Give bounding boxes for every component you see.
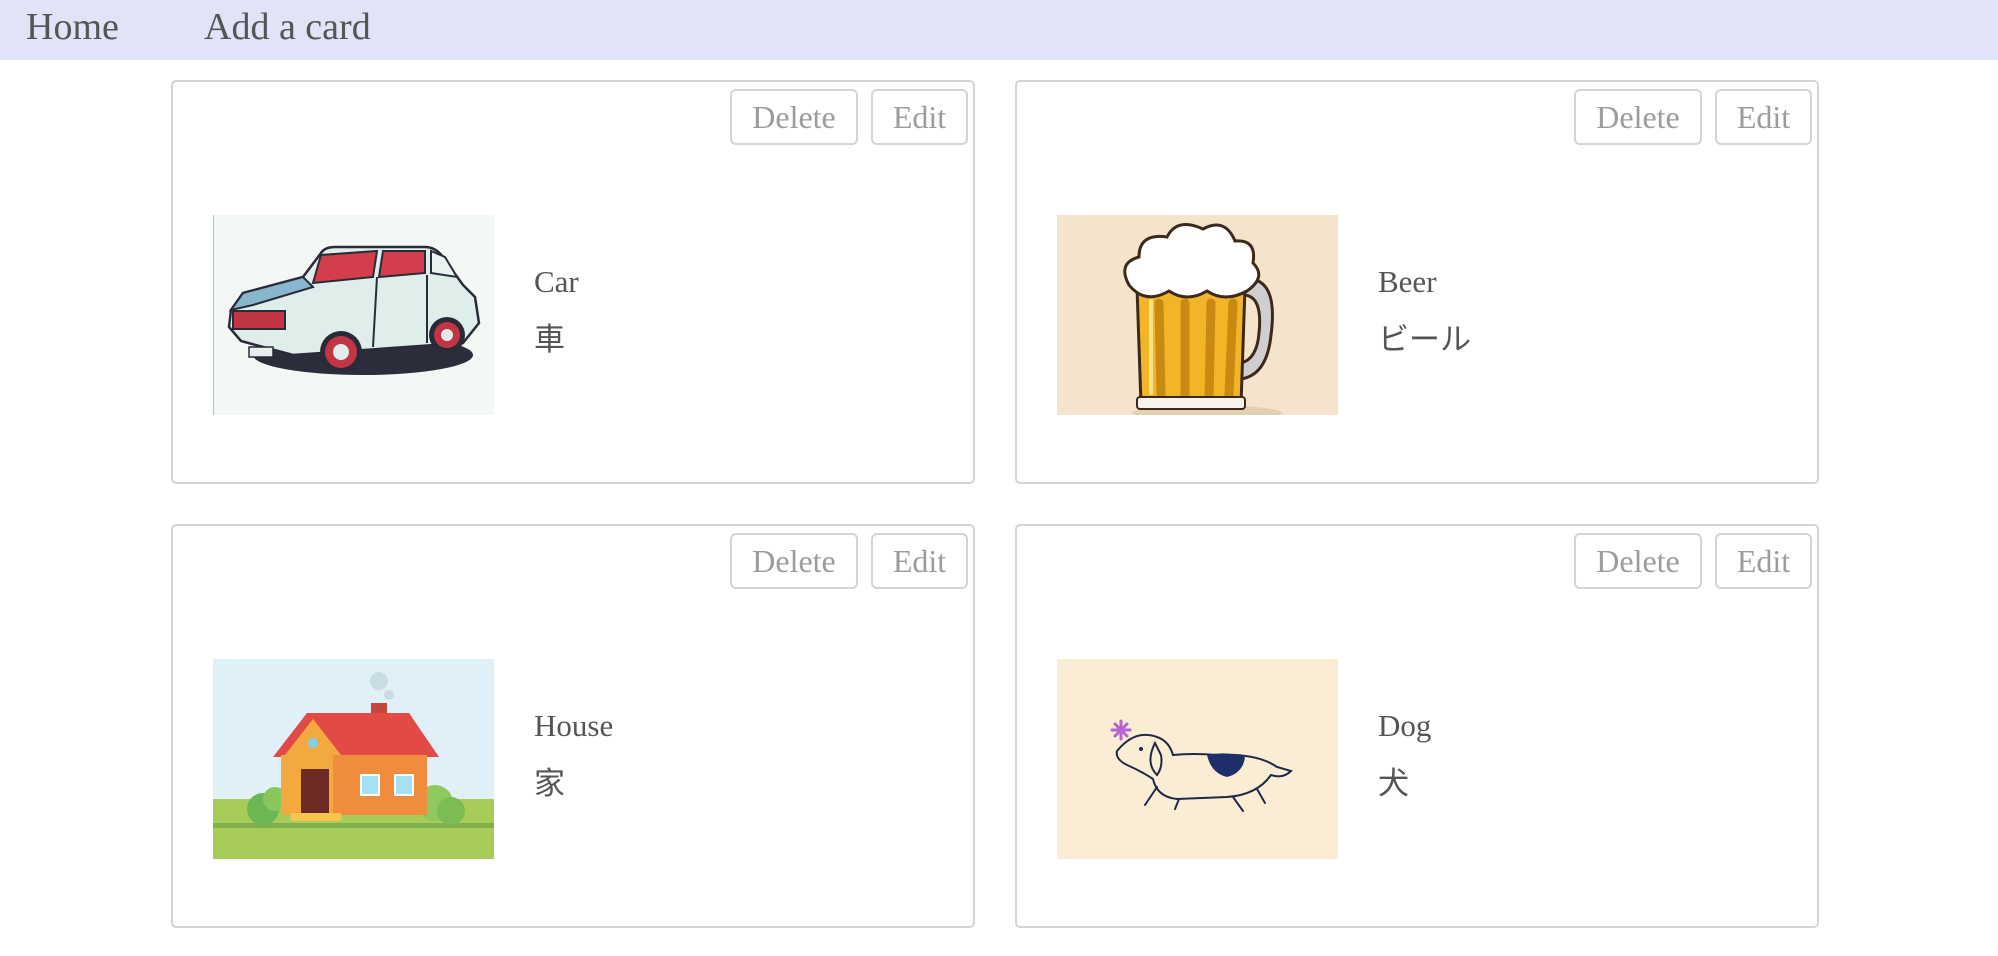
dog-image — [1057, 659, 1338, 859]
card-word-english: Car — [534, 264, 579, 299]
card-word-japanese: 犬 — [1378, 766, 1409, 802]
beer-mug-image — [1057, 215, 1338, 415]
delete-button[interactable]: Delete — [1574, 89, 1702, 145]
card-word-english: House — [534, 708, 614, 743]
house-image — [213, 659, 494, 859]
card-dog: Delete Edit Dog 犬 — [1015, 524, 1819, 928]
card-word-japanese: 家 — [534, 766, 565, 802]
edit-button[interactable]: Edit — [1715, 89, 1812, 145]
nav-add-card-link[interactable]: Add a card — [204, 0, 371, 55]
top-navbar: Home Add a card — [0, 0, 1998, 60]
card-word-english: Beer — [1378, 264, 1437, 299]
card-word-japanese: ビール — [1378, 322, 1471, 358]
card-word-english: Dog — [1378, 708, 1432, 743]
nav-home-link[interactable]: Home — [26, 0, 119, 55]
card-car: Delete Edit Car 車 — [171, 80, 975, 484]
delete-button[interactable]: Delete — [730, 89, 858, 145]
delete-button[interactable]: Delete — [730, 533, 858, 589]
card-word-japanese: 車 — [534, 322, 565, 358]
card-beer: Delete Edit Beer ビール — [1015, 80, 1819, 484]
edit-button[interactable]: Edit — [871, 89, 968, 145]
edit-button[interactable]: Edit — [1715, 533, 1812, 589]
delete-button[interactable]: Delete — [1574, 533, 1702, 589]
card-house: Delete Edit House 家 — [171, 524, 975, 928]
car-image — [213, 215, 494, 415]
edit-button[interactable]: Edit — [871, 533, 968, 589]
